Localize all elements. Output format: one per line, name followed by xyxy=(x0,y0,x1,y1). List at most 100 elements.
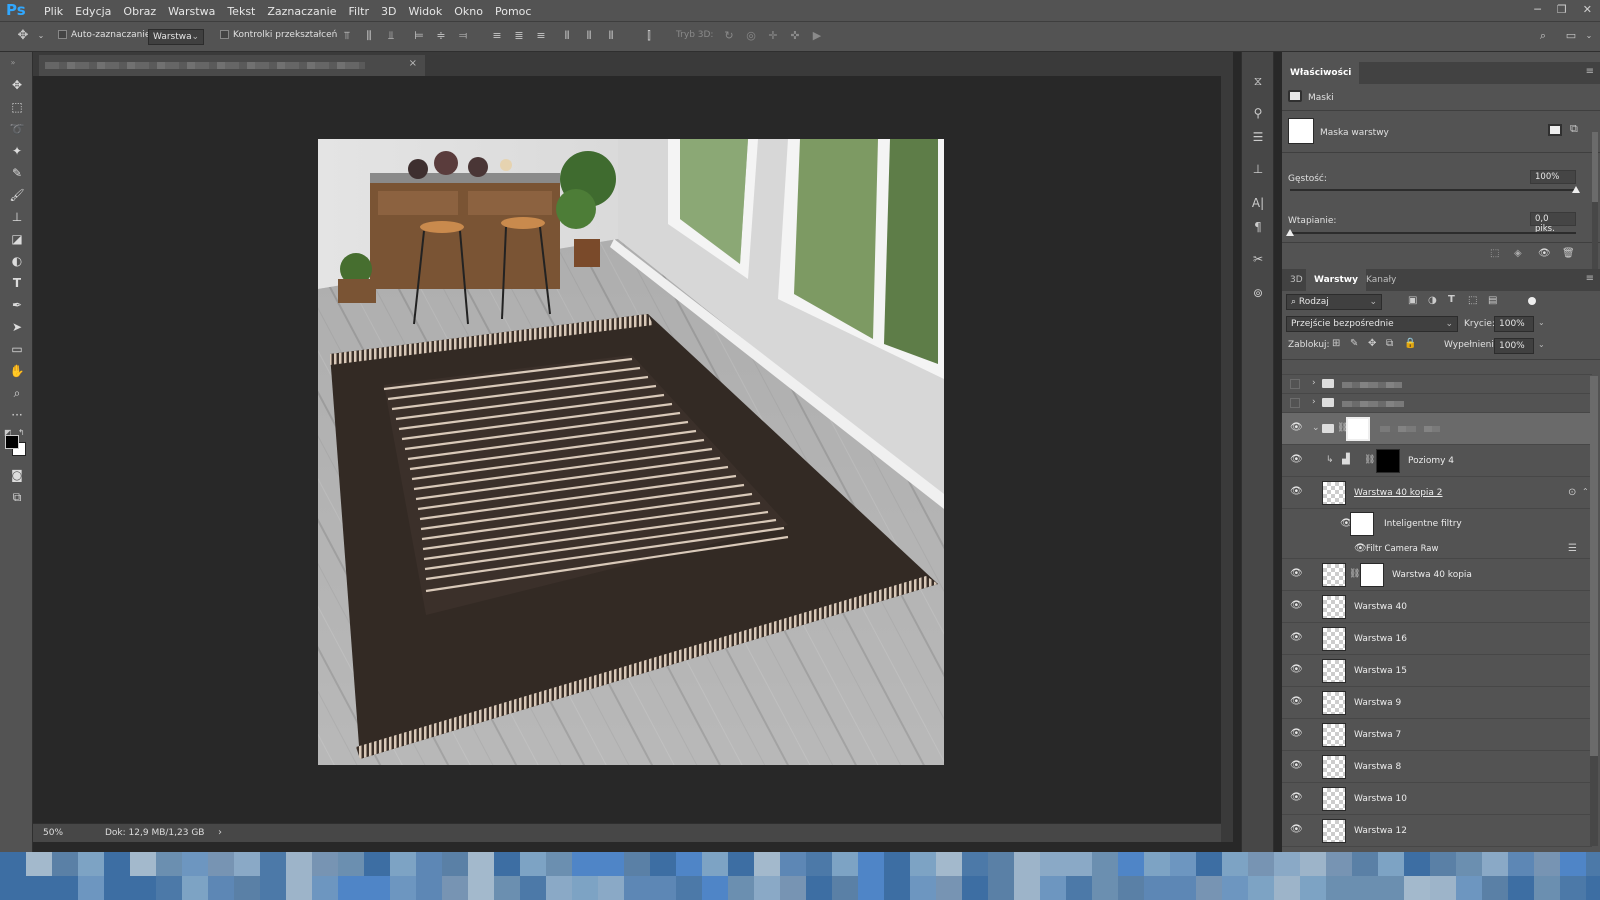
close-tab-icon[interactable]: × xyxy=(409,58,417,69)
tab-channels[interactable]: Kanały xyxy=(1358,269,1404,291)
layers-scrollbar-thumb[interactable] xyxy=(1590,376,1598,756)
visibility-toggle[interactable] xyxy=(1290,398,1300,408)
brush-settings-icon[interactable]: ⚲ xyxy=(1249,104,1267,122)
feather-value[interactable]: 0,0 piks. xyxy=(1530,212,1576,234)
blend-mode-dropdown[interactable]: Przejście bezpośrednie ⌄ xyxy=(1286,316,1458,332)
collapse-effects-icon[interactable]: ⌃ xyxy=(1582,487,1589,496)
eye-icon[interactable]: 👁 xyxy=(1290,793,1304,803)
menu-item[interactable]: Pomoc xyxy=(489,5,537,18)
distribute-right-icon[interactable]: ⦀ xyxy=(604,29,618,43)
eye-icon[interactable]: 👁 xyxy=(1290,665,1304,675)
status-menu-arrow-icon[interactable]: › xyxy=(218,827,222,838)
layers-scrollbar[interactable] xyxy=(1590,376,1598,846)
expand-chevron-icon[interactable]: › xyxy=(1312,378,1316,388)
eye-icon[interactable]: 👁 xyxy=(1290,761,1304,771)
smart-filters-row[interactable]: 👁 Inteligentne filtry xyxy=(1282,509,1592,539)
layer-row[interactable]: 👁 Warstwa 9 xyxy=(1282,687,1592,719)
layer-row[interactable]: 👁 Warstwa 10 xyxy=(1282,783,1592,815)
camera-raw-filter-row[interactable]: 👁 Filtr Camera Raw ☰ xyxy=(1282,539,1592,559)
collapse-toolbox-icon[interactable]: » xyxy=(4,54,22,72)
eye-icon[interactable]: 👁 xyxy=(1290,697,1304,707)
align-hcenter-icon[interactable]: ≑ xyxy=(434,29,448,43)
density-slider-track[interactable] xyxy=(1290,189,1576,191)
character-icon[interactable]: A| xyxy=(1249,194,1267,212)
minimize-icon[interactable]: ─ xyxy=(1534,3,1541,16)
menu-item[interactable]: Tekst xyxy=(221,5,261,18)
libraries-icon[interactable]: ⊚ xyxy=(1249,284,1267,302)
layer-row[interactable]: 👁 Warstwa 7 xyxy=(1282,719,1592,751)
layer-row[interactable]: 👁 ⛓ Warstwa 40 kopia xyxy=(1282,559,1592,591)
select-pixel-mask-icon[interactable] xyxy=(1548,124,1562,136)
layers-menu-icon[interactable]: ≡ xyxy=(1586,273,1594,284)
align-bottom-icon[interactable]: ⫫ xyxy=(384,29,398,43)
feather-slider-track[interactable] xyxy=(1290,232,1576,234)
stamp-tool-icon[interactable]: ⊥ xyxy=(8,208,26,226)
properties-scrollbar[interactable] xyxy=(1592,132,1598,272)
filter-shape-icon[interactable]: ⬚ xyxy=(1468,295,1477,306)
adjustments-icon[interactable]: ☰ xyxy=(1249,128,1267,146)
transform-controls-checkbox[interactable]: Kontrolki przekształceń xyxy=(220,30,337,40)
search-icon[interactable]: ⌕ xyxy=(1536,29,1550,43)
apply-mask-icon[interactable]: ◈ xyxy=(1514,248,1522,259)
tools-presets-icon[interactable]: ✂ xyxy=(1249,250,1267,268)
move-tool-icon[interactable]: ✥ xyxy=(8,76,26,94)
paint-bucket-tool-icon[interactable]: ◐ xyxy=(8,252,26,270)
collapse-chevron-icon[interactable]: ⌄ xyxy=(1312,423,1320,433)
distribute-vcenter-icon[interactable]: ≣ xyxy=(512,29,526,43)
lock-artboard-icon[interactable]: ⧉ xyxy=(1386,338,1393,349)
history-icon[interactable]: ⧖ xyxy=(1249,72,1267,90)
toggle-mask-icon[interactable]: 👁 xyxy=(1538,248,1551,259)
swap-colors-icon[interactable]: ↰ xyxy=(18,428,25,437)
paragraph-icon[interactable]: ¶ xyxy=(1249,218,1267,236)
scale-3d-icon[interactable]: ▶ xyxy=(810,29,824,43)
properties-menu-icon[interactable]: ≡ xyxy=(1586,66,1594,77)
eye-icon[interactable]: 👁 xyxy=(1290,633,1304,643)
layer-group-row[interactable]: › xyxy=(1282,375,1592,394)
menu-item[interactable]: Edycja xyxy=(69,5,117,18)
pen-tool-icon[interactable]: ✒ xyxy=(8,296,26,314)
blending-options-icon[interactable]: ☰ xyxy=(1568,543,1577,554)
lock-all-icon[interactable]: 🔒 xyxy=(1404,338,1416,349)
menu-item[interactable]: Filtr xyxy=(343,5,375,18)
distribute-top-icon[interactable]: ≡ xyxy=(490,29,504,43)
menu-item[interactable]: Warstwa xyxy=(162,5,221,18)
load-selection-icon[interactable]: ⬚ xyxy=(1490,248,1499,259)
rectangle-tool-icon[interactable]: ▭ xyxy=(8,340,26,358)
lock-pixels-icon[interactable]: ✎ xyxy=(1350,338,1358,349)
eye-icon[interactable]: 👁 xyxy=(1290,487,1304,497)
pan-3d-icon[interactable]: ✛ xyxy=(766,29,780,43)
layer-mask-thumbnail[interactable] xyxy=(1376,449,1400,473)
menu-item[interactable]: Zaznaczanie xyxy=(261,5,342,18)
group-mask-thumbnail[interactable] xyxy=(1346,417,1370,441)
menu-item[interactable]: Okno xyxy=(448,5,489,18)
menu-item[interactable]: 3D xyxy=(375,5,402,18)
eye-icon[interactable]: 👁 xyxy=(1290,601,1304,611)
align-vcenter-icon[interactable]: ⫼ xyxy=(362,29,376,43)
auto-select-checkbox[interactable]: Auto-zaznaczanie: xyxy=(58,30,153,40)
layer-group-row-selected[interactable]: 👁 ⌄ ⛓ xyxy=(1282,413,1592,445)
zoom-level[interactable]: 50% xyxy=(43,828,63,838)
layer-row[interactable]: 👁 Warstwa 8 xyxy=(1282,751,1592,783)
auto-select-dropdown[interactable]: Warstwa ⌄ xyxy=(148,29,204,45)
auto-align-icon[interactable]: ⫿ xyxy=(642,29,656,43)
zoom-tool-icon[interactable]: ⌕ xyxy=(8,384,26,402)
layer-row[interactable]: 👁 Warstwa 40 xyxy=(1282,591,1592,623)
fill-chevron-icon[interactable]: ⌄ xyxy=(1538,340,1545,349)
quick-mask-icon[interactable]: ◙ xyxy=(8,466,26,484)
smart-filter-mask-thumbnail[interactable] xyxy=(1350,512,1374,536)
layer-row[interactable]: 👁 Warstwa 40 kopia 2 ⊙ ⌃ xyxy=(1282,477,1592,509)
eraser-tool-icon[interactable]: ◪ xyxy=(8,230,26,248)
layer-row[interactable]: 👁 ↳ ▟ ⛓ Poziomy 4 xyxy=(1282,445,1592,477)
clone-source-icon[interactable]: ⊥ xyxy=(1249,160,1267,178)
lock-transparent-icon[interactable]: ⊞ xyxy=(1332,338,1340,349)
layer-filter-dropdown[interactable]: ⌕ Rodzaj ⌄ xyxy=(1286,294,1382,310)
menu-item[interactable]: Plik xyxy=(38,5,69,18)
opacity-chevron-icon[interactable]: ⌄ xyxy=(1538,318,1545,327)
eye-icon[interactable]: 👁 xyxy=(1290,825,1304,835)
eyedropper-tool-icon[interactable]: ✎ xyxy=(8,164,26,182)
layer-row[interactable]: 👁 Warstwa 15 xyxy=(1282,655,1592,687)
filter-type-icon[interactable]: T xyxy=(1448,294,1455,305)
lock-position-icon[interactable]: ✥ xyxy=(1368,338,1376,349)
lasso-tool-icon[interactable]: ➰ xyxy=(8,120,26,138)
slide-3d-icon[interactable]: ✜ xyxy=(788,29,802,43)
